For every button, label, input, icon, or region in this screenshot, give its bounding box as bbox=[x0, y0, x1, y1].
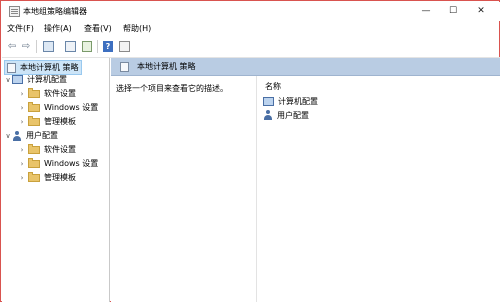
tree-item-software-settings[interactable]: › 软件设置 bbox=[18, 87, 76, 100]
list-item-user-config[interactable]: 用户配置 bbox=[263, 109, 309, 121]
folder-icon bbox=[28, 115, 40, 126]
help-icon[interactable]: ? bbox=[102, 40, 114, 52]
folder-icon bbox=[28, 87, 40, 98]
tree-item-label: 管理模板 bbox=[44, 173, 76, 182]
close-button[interactable]: ✕ bbox=[470, 4, 492, 19]
details-pane: 本地计算机 策略 选择一个项目来查看它的描述。 名称 计算机配置 用户配置 bbox=[111, 58, 500, 302]
window-title: 本地组策略编辑器 bbox=[23, 7, 87, 16]
tree-item-user-config[interactable]: ∨ 用户配置 bbox=[4, 129, 58, 142]
app-icon bbox=[9, 6, 20, 17]
description-text: 选择一个项目来查看它的描述。 bbox=[116, 84, 228, 93]
details-header-title: 本地计算机 策略 bbox=[137, 62, 196, 71]
filter-view-icon[interactable] bbox=[118, 40, 130, 52]
tree-root-label: 本地计算机 策略 bbox=[20, 63, 79, 72]
list-item-computer-config[interactable]: 计算机配置 bbox=[263, 95, 318, 107]
computer-icon bbox=[263, 96, 274, 106]
details-header: 本地计算机 策略 bbox=[111, 58, 500, 76]
list-item-label: 计算机配置 bbox=[278, 96, 318, 106]
chevron-down-icon[interactable]: ∨ bbox=[4, 76, 12, 84]
policy-doc-icon bbox=[7, 62, 16, 73]
chevron-right-icon[interactable]: › bbox=[18, 118, 26, 126]
tree-item-label: 软件设置 bbox=[44, 89, 76, 98]
list-item-label: 用户配置 bbox=[277, 110, 309, 120]
folder-icon bbox=[28, 171, 40, 182]
tree-item-label: 管理模板 bbox=[44, 117, 76, 126]
chevron-right-icon[interactable]: › bbox=[18, 160, 26, 168]
toolbar-separator bbox=[36, 40, 37, 53]
tree-item-computer-config[interactable]: ∨ 计算机配置 bbox=[4, 73, 67, 86]
title-bar: 本地组策略编辑器 — ☐ ✕ bbox=[2, 2, 500, 21]
computer-icon bbox=[12, 75, 23, 84]
tree-item-windows-settings[interactable]: › Windows 设置 bbox=[18, 101, 98, 114]
policy-doc-icon bbox=[120, 61, 129, 72]
maximize-button[interactable]: ☐ bbox=[442, 4, 464, 19]
tree-item-label: Windows 设置 bbox=[44, 103, 99, 112]
back-arrow-icon[interactable]: ⇦ bbox=[6, 40, 18, 52]
app-window: 本地组策略编辑器 — ☐ ✕ 文件(F) 操作(A) 查看(V) 帮助(H) ⇦… bbox=[0, 0, 500, 302]
properties-icon[interactable] bbox=[64, 40, 76, 52]
minimize-button[interactable]: — bbox=[415, 4, 437, 19]
chevron-down-icon[interactable]: ∨ bbox=[4, 132, 12, 140]
tree-item-label: 用户配置 bbox=[26, 131, 58, 140]
chevron-right-icon[interactable]: › bbox=[18, 146, 26, 154]
menu-view[interactable]: 查看(V) bbox=[84, 23, 112, 34]
tree-item-software-settings[interactable]: › 软件设置 bbox=[18, 143, 76, 156]
user-icon bbox=[12, 130, 22, 141]
show-tree-icon[interactable] bbox=[42, 40, 54, 52]
menu-bar: 文件(F) 操作(A) 查看(V) 帮助(H) bbox=[2, 21, 500, 36]
tree-item-label: Windows 设置 bbox=[44, 159, 99, 168]
menu-action[interactable]: 操作(A) bbox=[44, 23, 72, 34]
forward-arrow-icon[interactable]: ⇨ bbox=[20, 40, 32, 52]
tree-item-windows-settings[interactable]: › Windows 设置 bbox=[18, 157, 98, 170]
menu-file[interactable]: 文件(F) bbox=[7, 23, 34, 34]
folder-icon bbox=[28, 143, 40, 154]
tree-item-label: 计算机配置 bbox=[27, 75, 67, 84]
folder-icon bbox=[28, 101, 40, 112]
toolbar: ⇦ ⇨ ? bbox=[2, 37, 500, 58]
export-list-icon[interactable] bbox=[81, 40, 93, 52]
toolbar-separator bbox=[97, 40, 98, 53]
user-icon bbox=[263, 110, 273, 120]
tree-item-label: 软件设置 bbox=[44, 145, 76, 154]
chevron-right-icon[interactable]: › bbox=[18, 90, 26, 98]
chevron-right-icon[interactable]: › bbox=[18, 104, 26, 112]
tree-pane: 本地计算机 策略 ∨ 计算机配置 › 软件设置 › Windows 设置 › 管… bbox=[2, 58, 110, 302]
tree-item-admin-templates[interactable]: › 管理模板 bbox=[18, 115, 76, 128]
column-header-name[interactable]: 名称 bbox=[265, 81, 281, 92]
tree-item-admin-templates[interactable]: › 管理模板 bbox=[18, 171, 76, 184]
pane-divider[interactable] bbox=[256, 76, 257, 302]
folder-icon bbox=[28, 157, 40, 168]
chevron-right-icon[interactable]: › bbox=[18, 174, 26, 182]
menu-help[interactable]: 帮助(H) bbox=[123, 23, 151, 34]
